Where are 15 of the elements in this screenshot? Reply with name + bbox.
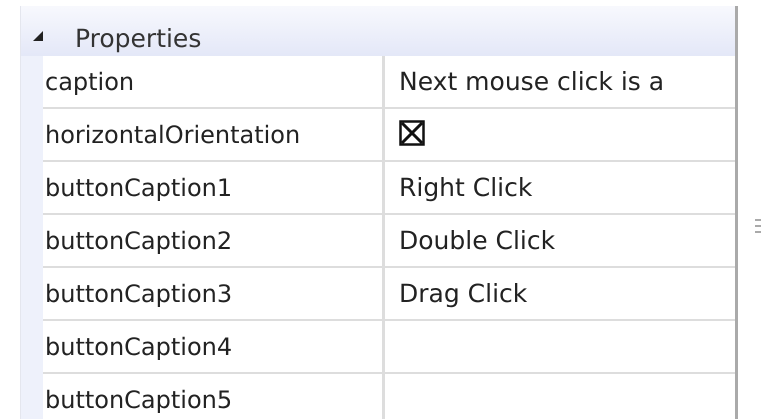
property-name: buttonCaption4 [45, 332, 232, 360]
property-value[interactable]: Drag Click [399, 279, 528, 308]
property-name: buttonCaption1 [45, 174, 232, 202]
property-value[interactable]: Right Click [399, 173, 532, 202]
property-name: buttonCaption2 [45, 226, 232, 254]
resize-grip-icon[interactable] [755, 218, 761, 234]
checkbox[interactable] [399, 120, 425, 146]
property-value[interactable]: Double Click [399, 226, 556, 255]
property-name: caption [45, 68, 134, 96]
property-name: buttonCaption5 [45, 386, 232, 414]
property-name: buttonCaption3 [45, 280, 232, 308]
property-name: horizontalOrientation [45, 120, 300, 148]
category-header[interactable]: Properties [21, 6, 735, 56]
collapse-triangle-icon[interactable] [31, 29, 45, 43]
property-value[interactable]: Next mouse click is a [399, 67, 664, 96]
